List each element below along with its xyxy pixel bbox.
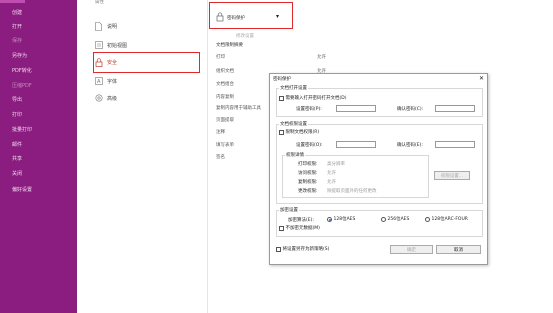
sidebar-item[interactable]: 关闭 — [12, 170, 22, 177]
lock-icon — [216, 12, 224, 22]
set-password-label: 设置密码(P): — [296, 107, 322, 112]
font-icon: A — [94, 77, 103, 86]
checkbox-icon — [279, 129, 284, 135]
sidebar-active-indicator — [0, 0, 25, 3]
checkbox-label: 不加密元数据(M) — [285, 226, 320, 231]
sidebar-item[interactable]: 打开 — [12, 23, 22, 30]
panel-item-label: 字体 — [107, 78, 118, 85]
dropdown-label: 密码保护 — [227, 16, 245, 21]
summary-title: 文档限制摘要 — [216, 43, 243, 48]
restriction-label: 填写表单 — [216, 143, 234, 148]
svg-text:A: A — [97, 79, 101, 85]
panel-item-3[interactable]: A 字体 — [94, 76, 117, 86]
encryption-group — [276, 210, 483, 237]
sidebar-item[interactable]: 导出 — [12, 96, 22, 103]
open-settings-group — [276, 88, 483, 117]
checkbox-label: 将设置另存为新策略(S) — [282, 247, 330, 252]
radio-icon — [327, 216, 332, 222]
confirm-password-label-2: 确认密码(E): — [397, 143, 423, 148]
panel-item-label: 高级 — [107, 95, 118, 102]
view-icon — [94, 41, 103, 50]
require-open-password-checkbox[interactable]: 需要输入打开密码打开文档(D) — [279, 95, 346, 101]
restriction-label: 文档组合 — [216, 82, 234, 87]
no-metadata-checkbox[interactable]: 不加密元数据(M) — [279, 225, 320, 231]
ok-button[interactable]: 确定 — [390, 245, 433, 254]
password-dialog: 密码保护 ✕ 文档打开设置 需要输入打开密码打开文档(D) 设置密码(P): 确… — [269, 73, 488, 265]
restriction-label: 打印 — [216, 55, 225, 60]
panel-item-4[interactable]: 高级 — [94, 93, 117, 103]
permission-value: 高分辨率 — [327, 162, 345, 167]
restriction-label: 内容复制 — [216, 95, 234, 100]
sidebar-item[interactable]: 创建 — [12, 9, 22, 16]
permission-value: 允许 — [327, 171, 336, 176]
selected-highlight — [93, 52, 200, 73]
change-settings-link[interactable]: 修改设置 — [236, 33, 254, 39]
encryption-option-label: 128位ARC-FOUR — [431, 217, 468, 222]
restriction-label: 页面提取 — [216, 118, 234, 123]
restriction-label: 复制内容用于辅助工具 — [216, 106, 261, 111]
set-password-label-2: 设置密码(O): — [296, 143, 323, 148]
encryption-option-label: 128位AES — [333, 217, 356, 222]
open-settings-title: 文档打开设置 — [279, 85, 308, 91]
permission-key: 打印权限: — [298, 162, 318, 167]
sidebar: 创建打开保存另存为 PDF转化压缩PDF 导出打印批量打印邮件共享关闭偏好设置 — [0, 0, 77, 313]
save-as-default-checkbox[interactable]: 将设置另存为新策略(S) — [276, 246, 329, 252]
security-method-dropdown[interactable]: 密码保护 ▾ — [209, 2, 293, 29]
permission-settings-button[interactable]: 权限设置... — [434, 171, 470, 180]
radio-icon — [425, 216, 430, 222]
permission-key: 访问权限: — [298, 171, 318, 176]
restriction-value: 允许 — [317, 55, 326, 60]
checkbox-icon — [279, 225, 284, 231]
checkbox-icon — [276, 246, 281, 252]
sidebar-item[interactable]: 另存为 — [12, 52, 27, 59]
radio-icon — [381, 216, 386, 222]
panel-item-label: 初始视图 — [107, 42, 128, 49]
encryption-option[interactable]: 128位AES — [327, 216, 355, 222]
dialog-title: 密码保护 — [273, 77, 291, 82]
restriction-label: 注释 — [216, 130, 225, 135]
panel-item-0[interactable]: 说明 — [94, 21, 117, 31]
sidebar-item[interactable]: 保存 — [12, 37, 22, 44]
sidebar-item[interactable]: 压缩PDF — [12, 82, 32, 89]
sidebar-item[interactable]: 偏好设置 — [12, 186, 32, 193]
close-icon[interactable]: ✕ — [479, 75, 484, 82]
encryption-title: 加密设置 — [279, 207, 299, 213]
restriction-label: 组织文档 — [216, 69, 234, 74]
encryption-option[interactable]: 256位AES — [381, 216, 409, 222]
restrict-permissions-checkbox[interactable]: 限制文档权限(R) — [279, 129, 319, 135]
permission-settings-title: 文档权限设置 — [279, 121, 308, 127]
document-icon — [94, 21, 103, 31]
sidebar-item[interactable]: 邮件 — [12, 141, 22, 148]
checkbox-label: 限制文档权限(R) — [285, 130, 320, 135]
open-confirm-input[interactable] — [435, 105, 475, 112]
gear-icon — [94, 94, 103, 103]
sidebar-item[interactable]: 打印 — [12, 111, 22, 118]
permission-detail-title: 权限详情 — [285, 152, 305, 158]
restriction-label: 签名 — [216, 155, 225, 160]
panel-item-1[interactable]: 初始视图 — [94, 40, 127, 50]
checkbox-icon — [279, 95, 284, 101]
permission-confirm-input[interactable] — [435, 141, 475, 148]
panel-title: 属性 — [95, 0, 104, 5]
sidebar-item[interactable]: 批量打印 — [12, 126, 32, 133]
encryption-label: 加密算法(E): — [288, 218, 314, 223]
cancel-button[interactable]: 取消 — [436, 245, 481, 254]
properties-panel: 属性 说明 初始视图 安全 A 字体 高级 — [77, 0, 208, 313]
chevron-down-icon: ▾ — [276, 13, 280, 20]
sidebar-item[interactable]: PDF转化 — [12, 67, 32, 74]
panel-item-label: 说明 — [107, 23, 118, 30]
permission-value: 允许 — [327, 180, 336, 185]
sidebar-item[interactable]: 共享 — [12, 155, 22, 162]
checkbox-label: 需要输入打开密码打开文档(D) — [285, 96, 347, 101]
confirm-password-label: 确认密码(C): — [397, 107, 424, 112]
permission-key: 复制权限: — [298, 180, 318, 185]
encryption-option[interactable]: 128位ARC-FOUR — [425, 216, 468, 222]
open-password-input[interactable] — [336, 105, 376, 112]
encryption-option-label: 256位AES — [387, 217, 410, 222]
permission-password-input[interactable] — [336, 141, 376, 148]
permission-value: 除提取页面外的任何更改 — [327, 189, 377, 194]
permission-key: 更改权限: — [298, 189, 318, 194]
